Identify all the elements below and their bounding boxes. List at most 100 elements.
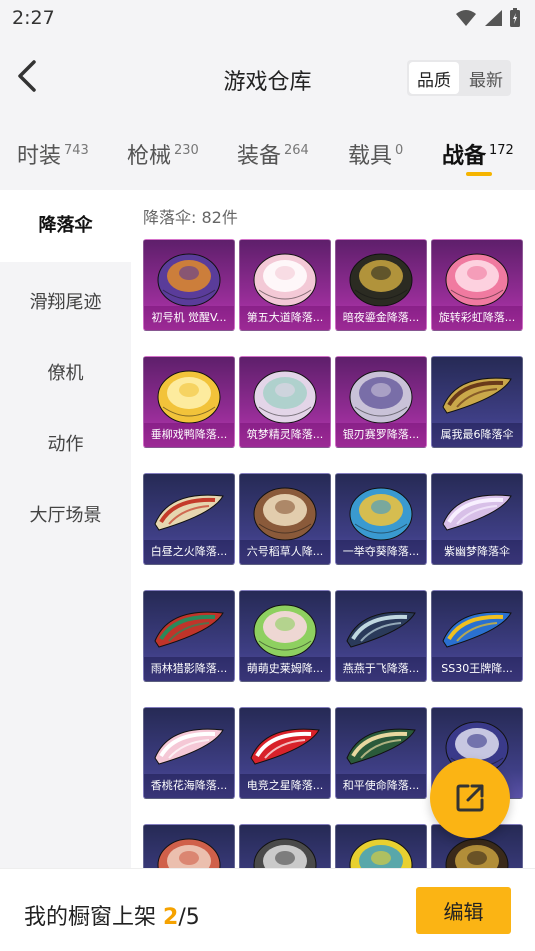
sidebar-item-parachute[interactable]: 降落伞: [0, 190, 131, 262]
status-icons: [455, 8, 521, 28]
parachute-image: [153, 831, 225, 870]
showcase-separator: /: [178, 905, 186, 930]
parachute-card[interactable]: 电竞之星降落...: [239, 707, 331, 799]
tab-label: 装备: [237, 144, 282, 169]
tab-vehicles[interactable]: 载具 0: [348, 138, 403, 170]
item-count: 降落伞: 82件: [143, 208, 238, 227]
parachute-image: [345, 246, 417, 314]
parachute-name: 银刃赛罗降落...: [336, 423, 426, 447]
parachute-name: 雨林猎影降落...: [144, 657, 234, 681]
parachute-card[interactable]: 香桃花海降落...: [143, 707, 235, 799]
sidebar-item-glide-trail[interactable]: 滑翔尾迹: [0, 288, 131, 314]
parachute-image: [341, 718, 421, 778]
parachute-name: 筑梦精灵降落...: [240, 423, 330, 447]
parachute-card[interactable]: 第五大道降落...: [239, 239, 331, 331]
sort-toggle[interactable]: 品质 最新: [407, 60, 511, 96]
tab-label: 时装: [17, 144, 62, 169]
parachute-image: [149, 484, 229, 544]
parachute-name: 一举夺葵降落...: [336, 540, 426, 564]
parachute-name: 初号机 觉醒V...: [144, 306, 234, 330]
parachute-image: [437, 367, 517, 427]
status-bar: 2:27: [0, 0, 535, 38]
external-link-icon: [456, 784, 484, 812]
parachute-image: [441, 246, 513, 314]
tab-fashion[interactable]: 时装 743: [17, 138, 89, 170]
tab-combat-gear[interactable]: 战备 172: [442, 138, 514, 170]
edit-button[interactable]: 编辑: [416, 887, 511, 934]
parachute-name: 燕燕于飞降落...: [336, 657, 426, 681]
category-tabs: 时装 743 枪械 230 装备 264 载具 0 战备 172: [0, 116, 535, 190]
battery-icon: [510, 8, 520, 27]
parachute-name: 白昼之火降落...: [144, 540, 234, 564]
parachute-image: [149, 718, 229, 778]
parachute-card[interactable]: 六号稻草人降...: [239, 473, 331, 565]
tab-label: 枪械: [127, 144, 172, 169]
status-time: 2:27: [12, 7, 55, 29]
tab-count: 172: [489, 143, 514, 158]
parachute-image: [149, 601, 229, 661]
parachute-name: 暗夜鎏金降落...: [336, 306, 426, 330]
bottom-bar: 我的橱窗上架 2/5 编辑: [0, 868, 535, 951]
parachute-image: [437, 484, 517, 544]
parachute-card[interactable]: 和平使命降落...: [335, 707, 427, 799]
tab-equipment[interactable]: 装备 264: [237, 138, 309, 170]
parachute-card[interactable]: 白昼之火降落...: [143, 473, 235, 565]
tab-label: 战备: [442, 144, 487, 169]
parachute-image: [341, 601, 421, 661]
parachute-card[interactable]: 燕燕于飞降落...: [335, 590, 427, 682]
parachute-card[interactable]: 旋转彩虹降落...: [431, 239, 523, 331]
sort-latest-option[interactable]: 最新: [461, 60, 511, 96]
tab-count: 0: [395, 143, 404, 158]
parachute-name: 电竞之星降落...: [240, 774, 330, 798]
parachute-card[interactable]: SS30王牌降...: [431, 590, 523, 682]
parachute-name: 香桃花海降落...: [144, 774, 234, 798]
active-tab-indicator: [466, 172, 492, 176]
parachute-card[interactable]: 筑梦精灵降落...: [239, 356, 331, 448]
parachute-card[interactable]: 紫幽梦降落伞: [431, 473, 523, 565]
parachute-card[interactable]: 属我最6降落伞: [431, 356, 523, 448]
parachute-card[interactable]: [143, 824, 235, 870]
parachute-image: [245, 718, 325, 778]
parachute-image: [249, 480, 321, 548]
sort-quality-option[interactable]: 品质: [409, 62, 459, 94]
parachute-card[interactable]: 雨林猎影降落...: [143, 590, 235, 682]
sidebar-item-lobby-scene[interactable]: 大厅场景: [0, 501, 131, 527]
tab-count: 264: [284, 143, 309, 158]
wifi-icon: [456, 10, 476, 26]
parachute-image: [249, 363, 321, 431]
showcase-label: 我的橱窗上架: [24, 905, 163, 930]
sidebar-item-wingman[interactable]: 僚机: [0, 359, 131, 385]
parachute-card[interactable]: 银刃赛罗降落...: [335, 356, 427, 448]
tab-count: 230: [174, 143, 199, 158]
showcase-total: 5: [185, 905, 200, 930]
parachute-image: [345, 480, 417, 548]
signal-icon: [485, 10, 502, 26]
parachute-card[interactable]: 暗夜鎏金降落...: [335, 239, 427, 331]
tab-count: 743: [64, 143, 89, 158]
parachute-name: 紫幽梦降落伞: [432, 540, 522, 564]
parachute-image: [153, 246, 225, 314]
tab-label: 载具: [348, 144, 393, 169]
parachute-image: [345, 831, 417, 870]
sidebar-item-emote[interactable]: 动作: [0, 430, 131, 456]
parachute-card[interactable]: 垂柳戏鸭降落...: [143, 356, 235, 448]
parachute-card[interactable]: 一举夺葵降落...: [335, 473, 427, 565]
parachute-name: 垂柳戏鸭降落...: [144, 423, 234, 447]
parachute-image: [249, 246, 321, 314]
parachute-card[interactable]: [239, 824, 331, 870]
sidebar: 降落伞 滑翔尾迹 僚机 动作 大厅场景: [0, 190, 131, 870]
tab-weapons[interactable]: 枪械 230: [127, 138, 199, 170]
parachute-name: 属我最6降落伞: [432, 423, 522, 447]
parachute-name: 第五大道降落...: [240, 306, 330, 330]
parachute-name: 萌萌史莱姆降...: [240, 657, 330, 681]
parachute-image: [249, 597, 321, 665]
parachute-card[interactable]: 萌萌史莱姆降...: [239, 590, 331, 682]
parachute-name: 和平使命降落...: [336, 774, 426, 798]
share-button[interactable]: [430, 758, 510, 838]
parachute-image: [153, 363, 225, 431]
parachute-card[interactable]: 初号机 觉醒V...: [143, 239, 235, 331]
showcase-status: 我的橱窗上架 2/5: [24, 899, 200, 931]
parachute-card[interactable]: [335, 824, 427, 870]
parachute-name: 六号稻草人降...: [240, 540, 330, 564]
parachute-image: [437, 601, 517, 661]
